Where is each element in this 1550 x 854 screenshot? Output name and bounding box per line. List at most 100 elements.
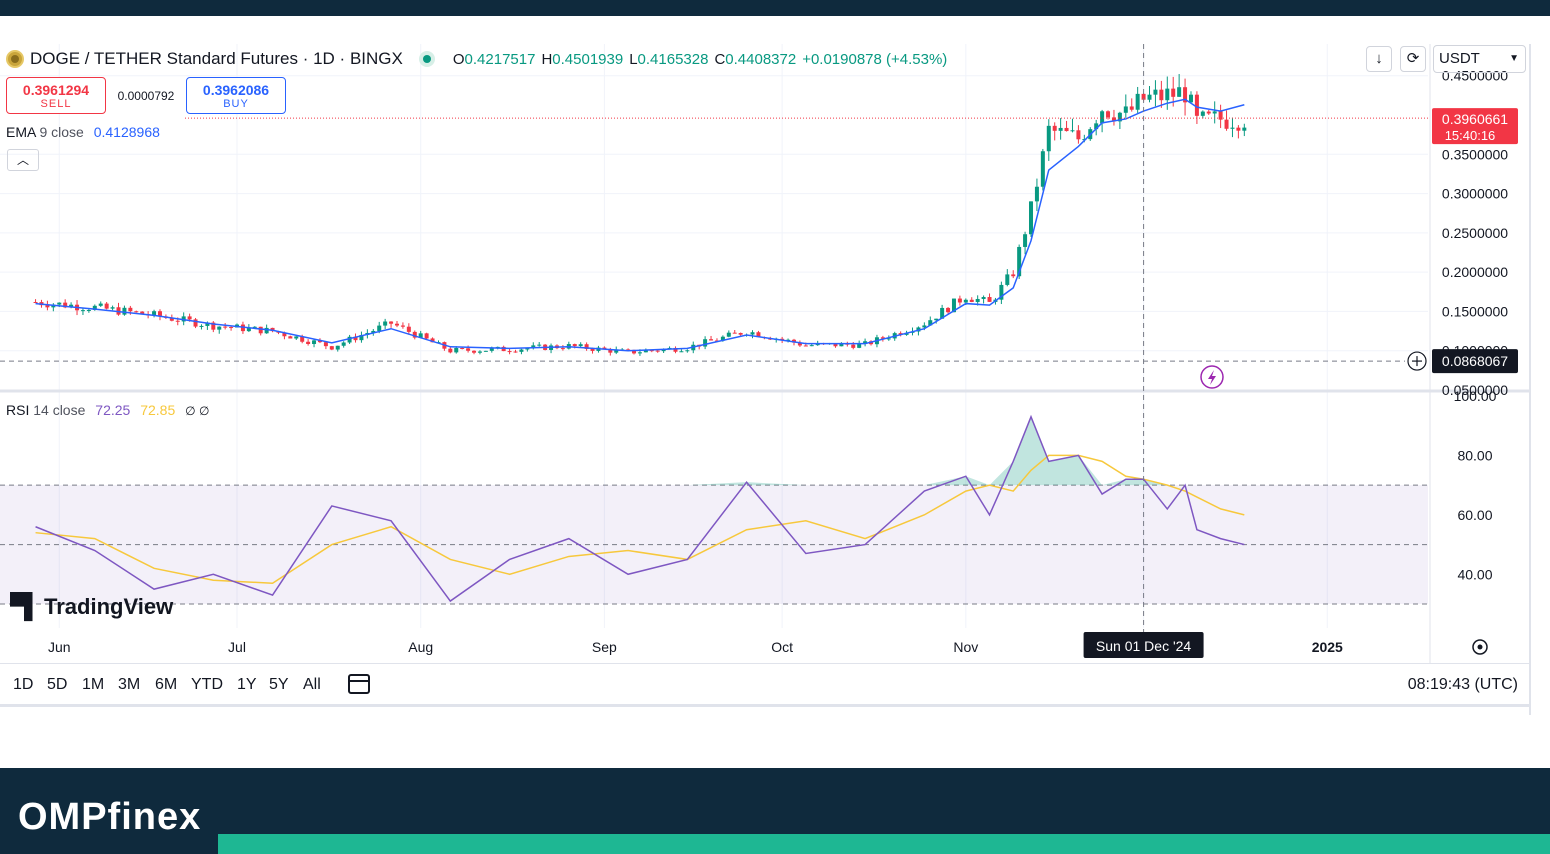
candle-body [472, 350, 477, 353]
candle-body [987, 297, 992, 302]
market-open-icon [418, 51, 435, 67]
timeframe-bar: 1D 5D 1M 3M 6M YTD 1Y 5Y All 08:19:43 (U… [0, 663, 1530, 707]
tf-1m[interactable]: 1M [82, 676, 104, 694]
chevron-up-icon: ︿ [16, 153, 29, 167]
candle-body [406, 326, 411, 332]
candle-body [134, 311, 139, 313]
price-tick-label: 0.3500000 [1442, 146, 1508, 162]
candle-body [86, 309, 91, 311]
candle-body [1058, 127, 1063, 131]
ema-legend[interactable]: EMA 9 close 0.4128968 [6, 124, 160, 140]
candle-body [578, 344, 583, 347]
candle-body [519, 349, 524, 352]
candle-body [851, 344, 856, 348]
candle-body [306, 341, 311, 344]
tf-ytd[interactable]: YTD [191, 676, 223, 694]
candle-body [637, 352, 642, 354]
chart-tools: ↓ ⟳ [1366, 46, 1426, 72]
sell-price: 0.3961294 [22, 82, 90, 98]
candle-body [223, 326, 228, 328]
candle-body [460, 347, 465, 349]
ema-series [35, 98, 1245, 352]
candle-body [750, 332, 755, 335]
candle-body [709, 339, 714, 341]
time-tick-label: Jul [228, 639, 246, 655]
candle-body [1147, 94, 1152, 100]
utc-clock[interactable]: 08:19:43 (UTC) [1408, 676, 1518, 694]
buy-button[interactable]: 0.3962086 BUY [186, 77, 286, 114]
candle-body [1040, 151, 1045, 187]
tf-5d[interactable]: 5D [47, 676, 67, 694]
tf-3m[interactable]: 3M [118, 676, 140, 694]
grid [0, 44, 1531, 715]
candle-body [1076, 130, 1081, 140]
candle-body [294, 336, 299, 339]
symbol-title[interactable]: DOGE / TETHER Standard Futures · 1D · BI… [30, 49, 403, 69]
rsi-legend[interactable]: RSI 14 close 72.25 72.85 ∅ ∅ [6, 402, 209, 418]
candle-body [1194, 94, 1199, 116]
candle-body [1070, 130, 1075, 132]
refresh-icon[interactable]: ⟳ [1400, 46, 1426, 72]
chevron-down-icon: ▼ [1509, 53, 1519, 64]
trade-panel: 0.3961294 SELL 0.0000792 0.3962086 BUY [6, 77, 286, 114]
candle-body [1159, 89, 1164, 101]
calendar-icon[interactable] [348, 674, 370, 694]
crosshair-date-label: Sun 01 Dec '24 [1096, 638, 1192, 654]
tf-1y[interactable]: 1Y [237, 676, 257, 694]
candle-body [389, 321, 394, 324]
currency-select[interactable]: USDT ▼ [1433, 45, 1526, 73]
download-icon[interactable]: ↓ [1366, 46, 1392, 72]
tf-6m[interactable]: 6M [155, 676, 177, 694]
candle-body [732, 332, 737, 334]
price-tick-label: 0.2500000 [1442, 225, 1508, 241]
rsi-tick-label: 60.00 [1457, 507, 1492, 523]
tf-all[interactable]: All [303, 676, 321, 694]
candle-body [394, 323, 399, 326]
rsi-params: 14 close [33, 402, 86, 418]
candle-body [454, 347, 459, 353]
tf-1d[interactable]: 1D [13, 676, 33, 694]
collapse-legend-button[interactable]: ︿ [7, 149, 39, 171]
price-tick-label: 0.3000000 [1442, 186, 1508, 202]
candle-body [963, 299, 968, 303]
candle-body [400, 325, 405, 327]
candle-body [1129, 106, 1134, 110]
sell-button[interactable]: 0.3961294 SELL [6, 77, 106, 114]
candle-body [323, 342, 328, 347]
candle-body [424, 333, 429, 339]
price-chart[interactable]: 0.45000000.35000000.30000000.25000000.20… [0, 0, 1550, 768]
candle-body [1171, 88, 1176, 97]
candle-body [229, 327, 234, 329]
high-value: 0.4501939 [552, 50, 624, 68]
candle-body [1052, 125, 1057, 131]
candle-body [572, 344, 577, 347]
candle-body [33, 302, 38, 303]
candle-body [1200, 111, 1205, 116]
rsi-zone [0, 484, 1428, 605]
candle-body [1100, 111, 1105, 124]
candle-body [1236, 127, 1241, 131]
ema-name: EMA [6, 124, 36, 140]
candle-body [187, 316, 192, 320]
candle-body [122, 307, 127, 315]
rsi-tick-label: 100.00 [1454, 388, 1497, 404]
candle-body [448, 348, 453, 353]
candle-body [803, 345, 808, 347]
candle-body [981, 297, 986, 299]
tf-5y[interactable]: 5Y [269, 676, 289, 694]
candle-body [110, 307, 115, 309]
change-value: +0.0190878 (+4.53%) [802, 50, 948, 68]
brand-logo: OMPfinex [18, 796, 202, 838]
rsi-ma-value: 72.85 [140, 402, 176, 418]
candle-body [957, 298, 962, 303]
countdown-label: 15:40:16 [1445, 128, 1496, 143]
rsi-value: 72.25 [95, 402, 131, 418]
ema-line [35, 98, 1245, 352]
candle-body [217, 326, 222, 330]
doge-coin-icon [6, 50, 24, 68]
tradingview-watermark: ▀▌ TradingView [10, 593, 173, 621]
candle-body [377, 325, 382, 331]
candle-body [537, 344, 542, 346]
candle-body [199, 325, 204, 327]
time-tick-label: Sep [592, 639, 617, 655]
